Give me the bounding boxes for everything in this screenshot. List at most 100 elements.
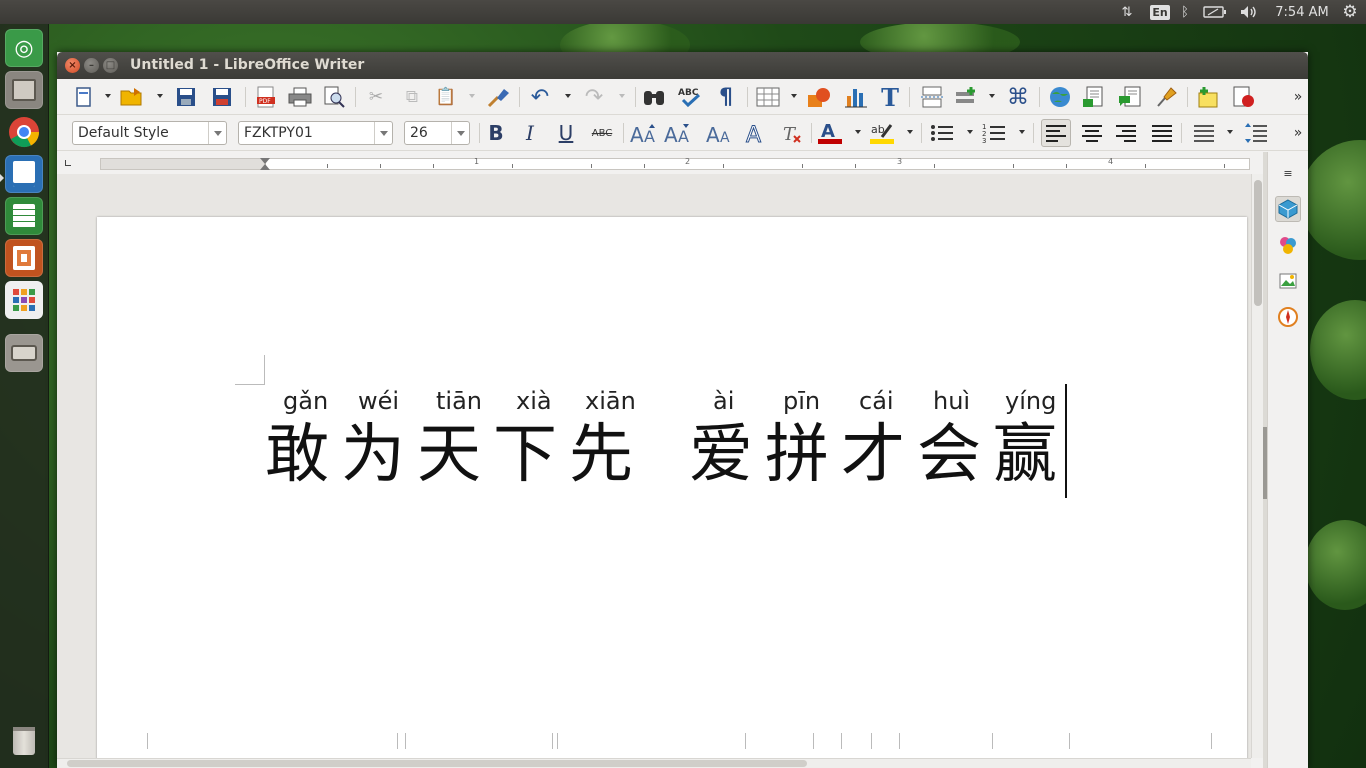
highlight-color-icon[interactable]: ab [869,121,895,145]
export-pdf-icon[interactable]: PDF [253,85,279,109]
network-arrows-icon[interactable]: ⇅ [1116,0,1138,24]
toolbar-overflow-icon[interactable]: » [1285,85,1311,109]
line-spacing-dropdown-icon[interactable] [1227,130,1233,134]
field-dropdown-icon[interactable] [989,94,995,98]
redo-dropdown-icon[interactable] [619,94,625,98]
numbered-dropdown-icon[interactable] [1019,130,1025,134]
horizontal-scrollbar[interactable] [57,758,1251,768]
open-folder-icon[interactable] [119,85,145,109]
redo-icon[interactable]: ↷ [581,85,607,110]
drive-button[interactable] [5,334,43,372]
chevron-down-icon[interactable] [451,122,469,144]
print-preview-icon[interactable] [321,85,347,109]
calc-button[interactable] [5,197,43,235]
vertical-scrollbar[interactable] [1251,174,1263,758]
ruler-track[interactable]: 1 2 3 4 [100,157,1250,170]
sidebar-menu-icon[interactable]: ≡ [1275,160,1301,186]
paste-icon[interactable]: 📋 [433,85,459,109]
close-button[interactable]: × [65,58,80,73]
indent-marker-icon[interactable] [260,164,270,170]
clock[interactable]: 7:54 AM [1272,0,1332,24]
minimize-button[interactable]: – [84,58,99,73]
strikethrough-button[interactable]: ABC [587,121,617,145]
chrome-button[interactable] [5,113,43,151]
bluetooth-icon[interactable]: ᛒ [1176,0,1194,24]
line-spacing-icon[interactable] [1191,121,1217,145]
undo-icon[interactable]: ↶ [527,85,553,110]
horizontal-ruler[interactable]: 1 2 3 4 [57,152,1252,174]
align-center-icon[interactable] [1079,121,1105,145]
undo-dropdown-icon[interactable] [565,94,571,98]
find-replace-icon[interactable] [641,85,667,109]
footnote-icon[interactable] [1081,85,1107,109]
paste-dropdown-icon[interactable] [469,94,475,98]
insert-table-icon[interactable] [755,85,781,109]
insert-basic-shapes-icon[interactable] [1195,85,1221,109]
toolbar-overflow-icon[interactable]: » [1285,121,1311,145]
clear-formatting-icon[interactable]: T [779,121,805,145]
record-macro-icon[interactable] [1231,85,1257,109]
new-document-icon[interactable] [71,85,97,109]
save-as-icon[interactable] [209,85,235,109]
special-character-icon[interactable]: ⌘ [1005,85,1031,110]
insert-field-icon[interactable] [953,85,979,109]
table-dropdown-icon[interactable] [791,94,797,98]
font-color-icon[interactable]: A [817,121,843,145]
save-icon[interactable] [173,85,199,109]
bullet-list-icon[interactable] [929,121,955,145]
impress-button[interactable] [5,239,43,277]
dash-home-button[interactable]: ◎ [5,29,43,67]
cut-icon[interactable]: ✂ [363,85,389,109]
open-dropdown-icon[interactable] [157,94,163,98]
spelling-icon[interactable]: ABC [677,85,703,109]
track-changes-icon[interactable] [1153,85,1179,109]
insert-image-icon[interactable] [807,85,833,109]
gallery-icon[interactable] [1275,268,1301,294]
justify-icon[interactable] [1149,121,1175,145]
insert-chart-icon[interactable] [843,85,869,109]
font-name-combo[interactable]: FZKTPY01 [238,121,393,145]
files-button[interactable] [5,71,43,109]
volume-icon[interactable] [1238,0,1260,24]
software-center-button[interactable] [5,281,43,319]
print-icon[interactable] [287,85,313,109]
highlight-dropdown-icon[interactable] [907,130,913,134]
hyperlink-icon[interactable] [1047,85,1073,109]
vertical-scroll-thumb[interactable] [1254,180,1262,306]
numbered-list-icon[interactable]: 123 [981,121,1007,145]
underline-button[interactable]: U [553,121,579,145]
horizontal-scroll-thumb[interactable] [67,760,807,767]
bold-button[interactable]: B [483,121,509,145]
copy-icon[interactable]: ⧉ [399,85,425,109]
font-color-dropdown-icon[interactable] [855,130,861,134]
properties-icon[interactable] [1275,196,1301,222]
chevron-down-icon[interactable] [374,122,392,144]
bullet-dropdown-icon[interactable] [967,130,973,134]
insert-textbox-icon[interactable]: T [877,83,903,112]
superscript-icon[interactable]: AA [629,121,659,145]
document-area[interactable]: gǎn wéi tiān xià xiān ài pīn cái huì yín… [57,174,1251,758]
maximize-button[interactable]: □ [103,58,118,73]
clone-formatting-icon[interactable] [485,85,511,109]
align-right-icon[interactable] [1113,121,1139,145]
battery-icon[interactable] [1202,0,1228,24]
gear-icon[interactable]: ⚙ [1338,0,1362,24]
chevron-down-icon[interactable] [208,122,226,144]
keyboard-indicator[interactable]: En [1148,0,1172,24]
styles-icon[interactable] [1275,232,1301,258]
document-page[interactable]: gǎn wéi tiān xià xiān ài pīn cái huì yín… [97,217,1247,758]
shadow-font-icon[interactable]: A [743,121,769,145]
trash-button[interactable] [5,722,43,760]
font-size-combo[interactable]: 26 [404,121,470,145]
italic-button[interactable]: I [517,121,543,145]
formatting-marks-icon[interactable]: ¶ [713,85,739,110]
paragraph-style-combo[interactable]: Default Style [72,121,227,145]
writer-button[interactable] [5,155,43,193]
page-break-icon[interactable] [919,85,945,109]
align-left-icon[interactable] [1041,119,1071,147]
paragraph-spacing-icon[interactable] [1243,121,1269,145]
new-dropdown-icon[interactable] [105,94,111,98]
tab-type-icon[interactable] [65,160,71,166]
grow-font-icon[interactable]: AA [705,121,735,145]
subscript-icon[interactable]: AA [663,121,693,145]
